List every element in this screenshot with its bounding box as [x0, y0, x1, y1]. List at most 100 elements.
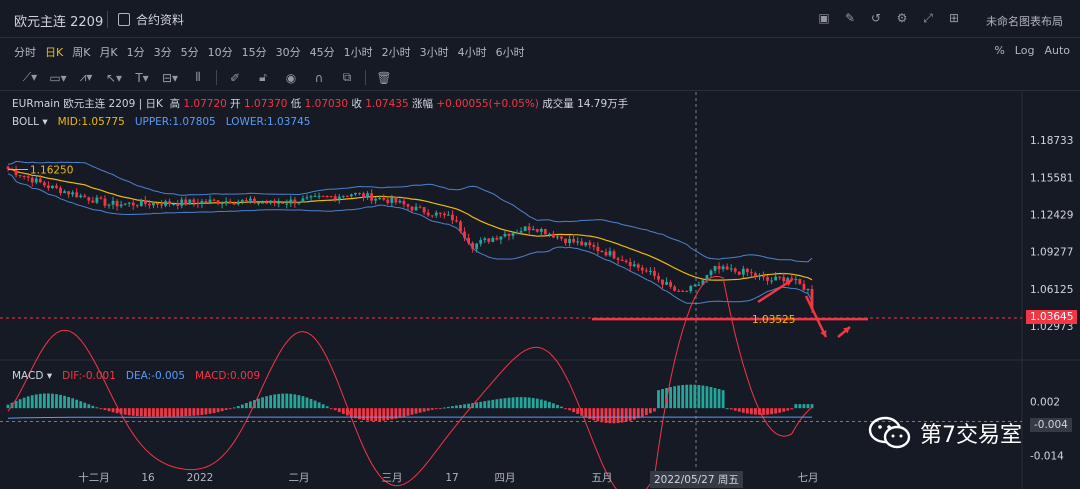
candle-body: [277, 202, 281, 204]
candle-body: [156, 203, 159, 205]
candle-body: [135, 205, 139, 207]
price-axis-label: 1.06125: [1030, 284, 1073, 296]
candle-body: [204, 201, 208, 203]
macd-bar: [139, 408, 143, 417]
macd-bar: [657, 390, 660, 409]
candle-body: [475, 243, 479, 249]
candle-body: [681, 290, 685, 292]
candle-body: [612, 251, 616, 259]
macd-bar: [564, 408, 567, 410]
macd-bar: [87, 404, 91, 409]
macd-bar: [543, 400, 547, 409]
macd-bar: [539, 399, 543, 409]
candle-body: [394, 197, 398, 203]
macd-histogram: [0, 275, 1022, 489]
candle-body: [362, 193, 365, 198]
candle-body: [87, 197, 91, 201]
macd-bar: [390, 408, 394, 420]
candle-body: [467, 237, 470, 243]
candle-body: [71, 192, 75, 195]
candle-body: [79, 195, 83, 198]
macd-bar: [802, 404, 806, 409]
candle-body: [103, 198, 107, 206]
macd-bar: [531, 397, 535, 409]
macd-bar: [51, 393, 54, 409]
candle-body: [95, 197, 99, 203]
macd-bar: [701, 385, 705, 409]
macd-bar: [188, 408, 192, 416]
candle-body: [673, 286, 677, 291]
macd-bar: [148, 408, 151, 417]
candle-body: [794, 278, 798, 281]
macd-bar: [762, 408, 765, 415]
macd-axis-label: 0.002: [1030, 396, 1060, 408]
candle-body: [770, 280, 774, 282]
macd-bar: [749, 408, 753, 415]
candle-body: [653, 271, 656, 276]
macd-bar: [527, 397, 531, 409]
candle-body: [59, 187, 62, 194]
candle-body: [34, 178, 38, 183]
macd-bar: [257, 398, 260, 409]
candle-body: [414, 206, 418, 211]
candle-body: [406, 204, 410, 207]
candle-body: [265, 202, 268, 204]
macd-bar: [568, 408, 571, 411]
candle-body: [515, 232, 519, 234]
macd-bar: [321, 404, 325, 409]
candle-body: [685, 291, 689, 293]
macd-bar: [422, 408, 426, 412]
macd-bar: [552, 403, 555, 409]
watermark: 第7交易室: [868, 415, 1022, 451]
macd-bar: [778, 408, 782, 413]
macd-bar: [216, 408, 220, 413]
macd-bar: [244, 403, 248, 409]
macd-bar: [653, 408, 656, 412]
macd-bar: [685, 384, 689, 409]
macd-bar: [212, 408, 216, 414]
macd-bar: [491, 399, 495, 409]
macd-bar: [794, 404, 798, 409]
candle-body: [560, 236, 563, 239]
macd-bar: [366, 408, 369, 421]
boll-lower-line: [7, 173, 813, 304]
macd-bar: [584, 408, 588, 418]
candle-body: [426, 212, 430, 216]
macd-bar: [131, 408, 135, 416]
candle-body: [63, 191, 66, 194]
candle-body: [507, 233, 511, 236]
candle-body: [733, 268, 737, 272]
candle-body: [749, 272, 753, 274]
macd-bar: [103, 408, 107, 411]
macd-bar: [721, 390, 725, 409]
time-axis-label: 17: [445, 472, 458, 484]
candle-body: [689, 286, 693, 292]
candle-body: [531, 228, 535, 231]
macd-bar: [317, 402, 321, 409]
candle-body: [774, 276, 778, 281]
macd-dea-line: [7, 416, 812, 419]
candle-body: [329, 196, 333, 198]
macd-bar: [386, 408, 390, 421]
candle-body: [273, 200, 277, 204]
macd-legend[interactable]: MACD ▾ DIF:-0.001 DEA:-0.005 MACD:0.009: [12, 370, 260, 382]
macd-bar: [220, 408, 224, 412]
candle-body: [341, 195, 345, 197]
macd-bar: [152, 408, 155, 417]
macd-bar: [677, 385, 681, 409]
candle-body: [42, 182, 46, 186]
candle-body: [111, 200, 115, 205]
candle-body: [309, 196, 313, 198]
candle-body: [677, 290, 681, 292]
time-axis-label: 四月: [495, 472, 516, 484]
candle-body: [459, 221, 462, 232]
time-axis-label: 2022: [187, 472, 214, 484]
candle-body: [152, 203, 155, 206]
low-marker-label: 1.03525: [752, 314, 795, 326]
macd-bar: [446, 406, 450, 409]
macd-bar: [798, 404, 802, 409]
candle-body: [200, 201, 204, 204]
macd-bar: [160, 408, 163, 417]
macd-bar: [733, 408, 737, 411]
candle-body: [762, 275, 765, 278]
